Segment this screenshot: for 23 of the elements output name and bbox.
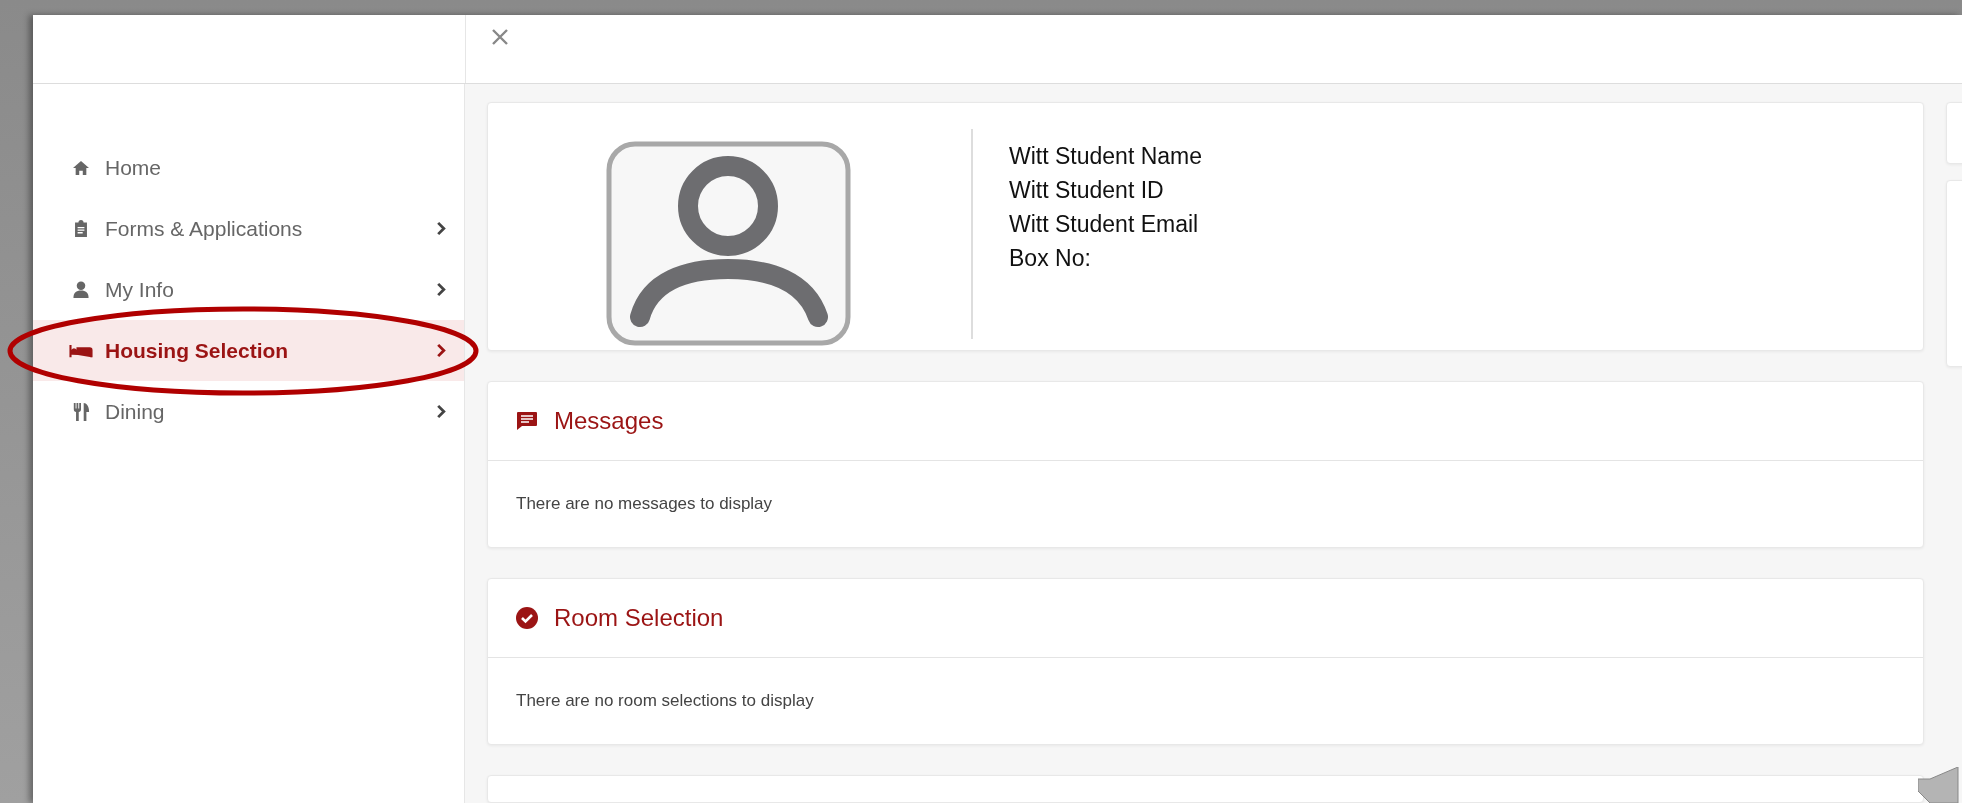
close-icon[interactable] [490,27,510,47]
chevron-icon [436,404,446,419]
chevron-icon [436,221,446,236]
student-info-text: Witt Student ID [1009,176,1165,205]
panel-title: Room Selection [554,604,724,632]
sidebar-item[interactable]: Housing Selection [33,320,464,381]
chevron-icon [436,343,446,358]
speaker-icon [1918,767,1962,803]
student-info-text: Witt Student Email [1009,210,1200,239]
panel-title: Messages [554,407,664,435]
bed-icon [69,343,93,358]
empty-message-text: There are no messages to display [515,493,774,515]
message-icon [516,411,538,431]
student-info-text: Witt Student Name [1009,142,1203,171]
sidebar-item[interactable]: Home [33,137,464,198]
empty-message-text: There are no room selections to display [515,690,815,712]
sidebar-item[interactable]: Dining [33,381,464,442]
avatar-placeholder-icon [606,141,851,346]
sidebar-item[interactable]: Forms & Applications [33,198,464,259]
student-info-text: Box No: [1009,244,1092,273]
sidebar-item[interactable]: My Info [33,259,464,320]
chevron-icon [436,282,446,297]
check-circle-icon [516,607,538,629]
